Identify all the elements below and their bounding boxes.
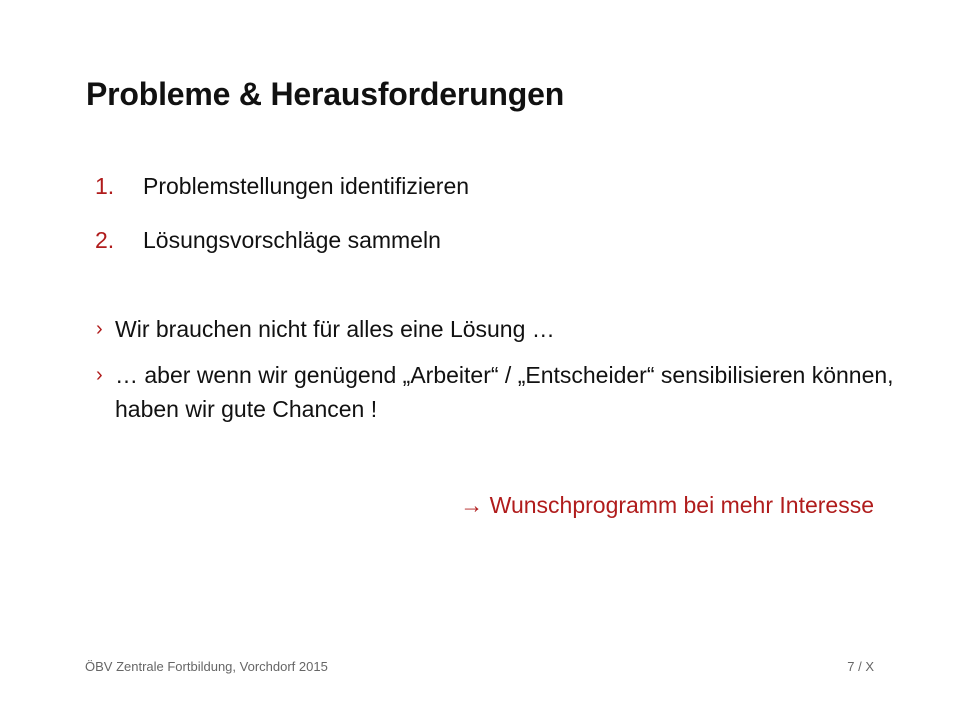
numbered-list-item: 2. Lösungsvorschläge sammeln	[95, 224, 469, 256]
numbered-list-item: 1. Problemstellungen identifizieren	[95, 170, 469, 202]
numbered-list: 1. Problemstellungen identifizieren 2. L…	[95, 170, 469, 278]
slide-title: Probleme & Herausforderungen	[86, 76, 565, 112]
callout-text: → Wunschprogramm bei mehr Interesse	[460, 492, 874, 518]
list-item-text: Problemstellungen identifizieren	[143, 173, 470, 199]
bullet-list-item: › Wir brauchen nicht für alles eine Lösu…	[96, 312, 896, 346]
list-number: 1.	[95, 173, 115, 199]
list-item-text: Lösungsvorschläge sammeln	[143, 227, 441, 253]
bullet-text: … aber wenn wir genügend „Arbeiter“ / „E…	[115, 362, 894, 422]
footer-event: ÖBV Zentrale Fortbildung, Vorchdorf 2015	[85, 659, 328, 674]
bullet-list-item: › … aber wenn wir genügend „Arbeiter“ / …	[96, 358, 896, 426]
chevron-right-icon: ›	[96, 364, 103, 386]
page-number: 7 / X	[847, 659, 874, 674]
bullet-list: › Wir brauchen nicht für alles eine Lösu…	[96, 312, 896, 438]
presentation-slide: Probleme & Herausforderungen 1. Problems…	[0, 0, 960, 720]
list-number: 2.	[95, 227, 115, 253]
bullet-text: Wir brauchen nicht für alles eine Lösung…	[115, 316, 555, 342]
chevron-right-icon: ›	[96, 318, 103, 340]
